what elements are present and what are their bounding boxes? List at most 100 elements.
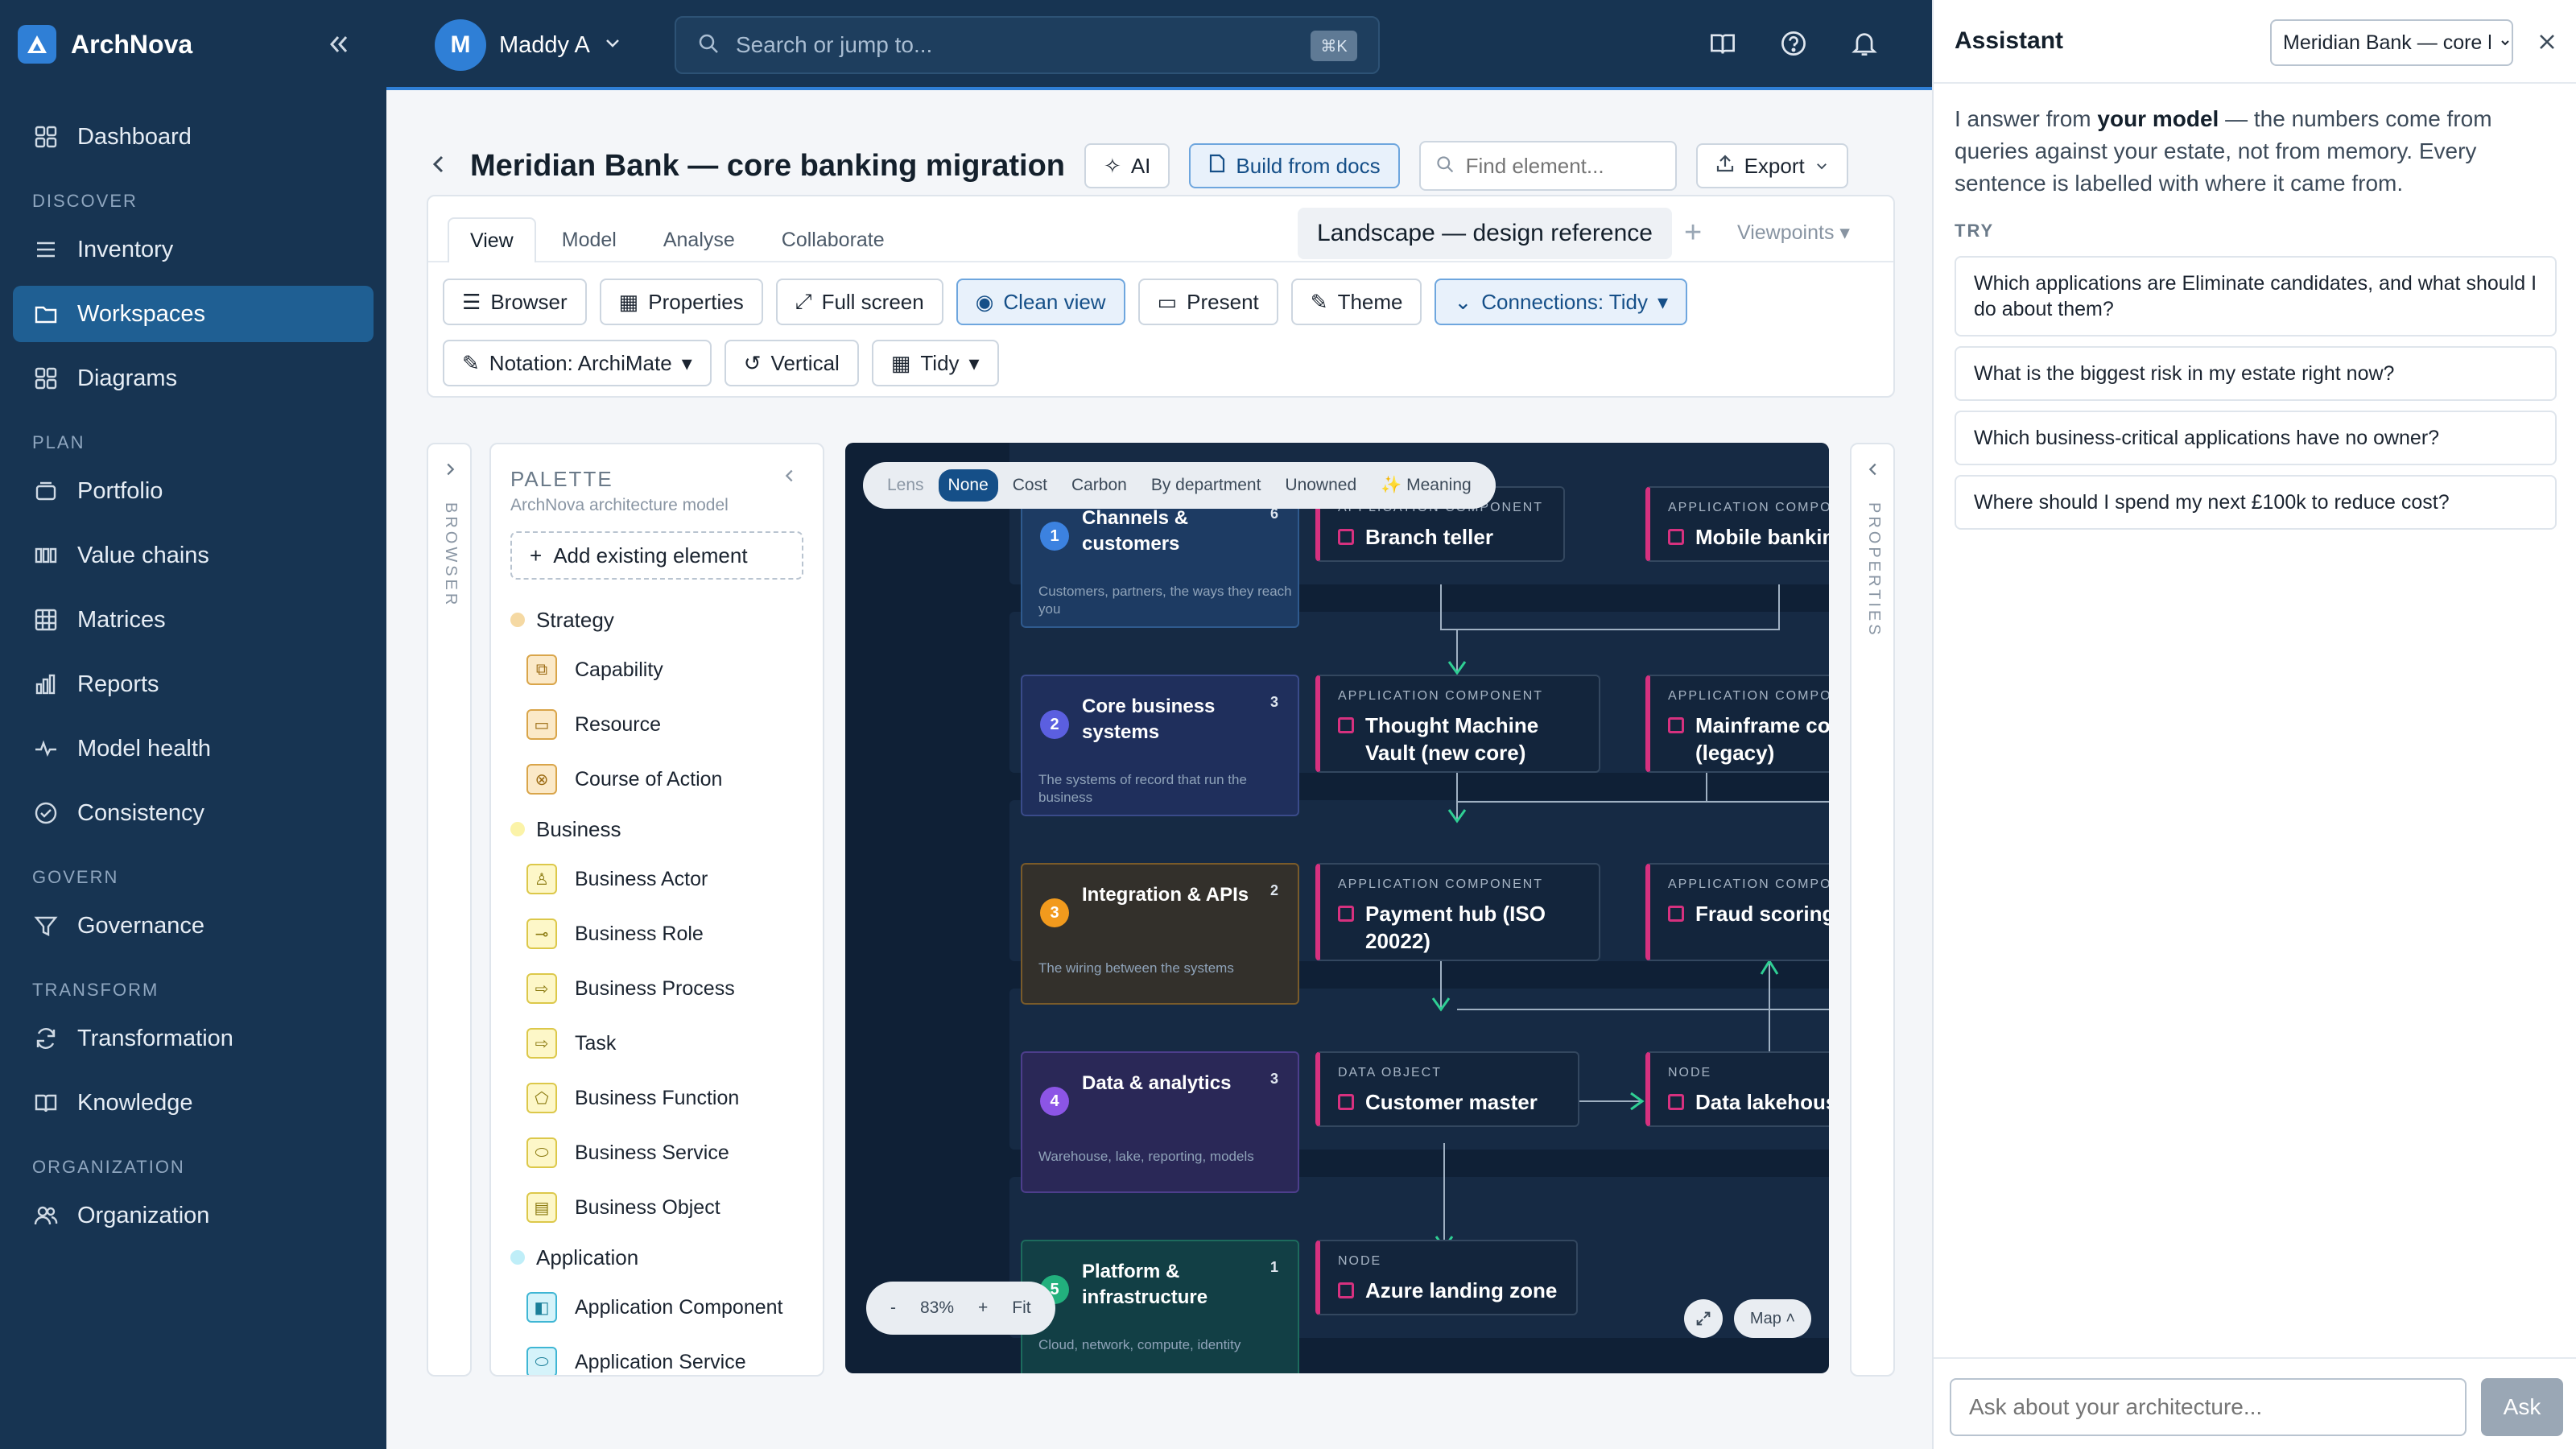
palette-item-business-role[interactable]: ⊸ Business Role bbox=[510, 906, 808, 961]
palette-group-strategy[interactable]: Strategy bbox=[510, 597, 808, 642]
close-icon[interactable] bbox=[2529, 24, 2565, 60]
help-icon[interactable] bbox=[1774, 24, 1813, 63]
palette-group-business[interactable]: Business bbox=[510, 807, 808, 852]
lens-option-meaning[interactable]: ✨ Meaning bbox=[1371, 469, 1481, 502]
ask-input[interactable] bbox=[1950, 1378, 2467, 1436]
palette-item-business-process[interactable]: ⇨ Business Process bbox=[510, 961, 808, 1016]
ai-button[interactable]: ✧ AI bbox=[1084, 143, 1170, 188]
user-menu[interactable]: M Maddy A bbox=[435, 19, 622, 71]
main-content: Meridian Bank — core banking migration ✧… bbox=[386, 93, 1932, 1449]
node-customer-master[interactable]: DATA OBJECT Customer master bbox=[1315, 1051, 1579, 1127]
find-element-input[interactable] bbox=[1465, 153, 1659, 179]
palette-item-business-object[interactable]: ▤ Business Object bbox=[510, 1180, 808, 1235]
sidebar-item-governance[interactable]: Governance bbox=[13, 898, 374, 954]
find-element[interactable] bbox=[1418, 141, 1677, 191]
lens-option-carbon[interactable]: Carbon bbox=[1062, 469, 1137, 502]
sidebar-item-reports[interactable]: Reports bbox=[13, 656, 374, 712]
connections-button[interactable]: ⌄ Connections: Tidy ▾ bbox=[1435, 279, 1688, 325]
lane-integration[interactable]: 3 Integration & APIs 2 The wiring betwee… bbox=[1021, 863, 1299, 1005]
fit-button[interactable]: Fit bbox=[1012, 1298, 1030, 1318]
tab-analyse[interactable]: Analyse bbox=[642, 217, 756, 262]
suggestion-list: Which applications are Eliminate candida… bbox=[1955, 256, 2557, 539]
palette-item-application-component[interactable]: ◧ Application Component bbox=[510, 1280, 808, 1335]
theme-button[interactable]: ✎ Theme bbox=[1290, 279, 1422, 325]
back-chevron-icon[interactable] bbox=[427, 152, 451, 180]
lens-option-cost[interactable]: Cost bbox=[1003, 469, 1057, 502]
node-azure-landing-zone[interactable]: NODE Azure landing zone bbox=[1315, 1240, 1578, 1315]
node-mainframe-core[interactable]: APPLICATION COMPONENT Mainframe core (leg… bbox=[1645, 675, 1829, 773]
suggestion-eliminate-candidates[interactable]: Which applications are Eliminate candida… bbox=[1955, 256, 2557, 336]
clean-view-button[interactable]: ◉ Clean view bbox=[956, 279, 1125, 325]
sidebar-item-inventory[interactable]: Inventory bbox=[13, 221, 374, 278]
collapse-sidebar-icon[interactable] bbox=[318, 24, 358, 64]
tab-collaborate[interactable]: Collaborate bbox=[761, 217, 906, 262]
suggestion-reduce-cost[interactable]: Where should I spend my next £100k to re… bbox=[1955, 475, 2557, 530]
zoom-in-button[interactable]: + bbox=[978, 1298, 988, 1318]
sidebar-item-workspaces[interactable]: Workspaces bbox=[13, 286, 374, 342]
sidebar-item-dashboard[interactable]: Dashboard bbox=[13, 109, 374, 165]
lens-option-none[interactable]: None bbox=[938, 469, 998, 502]
bell-icon[interactable] bbox=[1845, 24, 1884, 63]
lens-option-unowned[interactable]: Unowned bbox=[1275, 469, 1366, 502]
zoom-out-button[interactable]: - bbox=[890, 1298, 896, 1318]
search-input[interactable] bbox=[736, 32, 1299, 58]
minimap-toggle[interactable]: Map ˄ bbox=[1734, 1299, 1811, 1338]
lane-core-business[interactable]: 2 Core business systems 3 The systems of… bbox=[1021, 675, 1299, 816]
lens-option-by-department[interactable]: By department bbox=[1141, 469, 1271, 502]
viewpoint-tab[interactable]: Landscape — design reference bbox=[1298, 208, 1672, 259]
node-data-lakehouse[interactable]: NODE Data lakehouse bbox=[1645, 1051, 1829, 1127]
suggestion-biggest-risk[interactable]: What is the biggest risk in my estate ri… bbox=[1955, 346, 2557, 401]
sidebar-item-knowledge[interactable]: Knowledge bbox=[13, 1075, 374, 1131]
sidebar-item-organization[interactable]: Organization bbox=[13, 1187, 374, 1244]
browser-panel-collapsed[interactable]: BROWSER bbox=[427, 443, 472, 1377]
node-fraud-scoring[interactable]: APPLICATION COMPONENT Fraud scoring bbox=[1645, 863, 1829, 961]
node-thought-machine-vault[interactable]: APPLICATION COMPONENT Thought Machine Vau… bbox=[1315, 675, 1600, 773]
present-button[interactable]: ▭ Present bbox=[1137, 279, 1278, 325]
add-existing-element-button[interactable]: + Add existing element bbox=[510, 531, 803, 580]
node-payment-hub[interactable]: APPLICATION COMPONENT Payment hub (ISO 20… bbox=[1315, 863, 1600, 961]
add-viewpoint-icon[interactable]: + bbox=[1684, 216, 1702, 250]
group-label: Application bbox=[536, 1245, 639, 1269]
lane-data-analytics[interactable]: 4 Data & analytics 3 Warehouse, lake, re… bbox=[1021, 1051, 1299, 1193]
sidebar-item-value-chains[interactable]: Value chains bbox=[13, 527, 374, 584]
palette-item-capability[interactable]: ⧉ Capability bbox=[510, 642, 808, 697]
export-button[interactable]: Export bbox=[1695, 143, 1848, 188]
sidebar-item-model-health[interactable]: Model health bbox=[13, 720, 374, 777]
tidy-button[interactable]: ▦ Tidy ▾ bbox=[871, 340, 999, 386]
lane-platform[interactable]: 5 Platform & infrastructure 1 Cloud, net… bbox=[1021, 1240, 1299, 1373]
diagram-canvas[interactable]: 1 Channels & customers 6 Customers, part… bbox=[845, 443, 1829, 1373]
properties-panel-collapsed[interactable]: PROPERTIES bbox=[1850, 443, 1895, 1377]
properties-button[interactable]: ▦ Properties bbox=[599, 279, 763, 325]
palette-item-business-actor[interactable]: ♙ Business Actor bbox=[510, 852, 808, 906]
sidebar-item-consistency[interactable]: Consistency bbox=[13, 785, 374, 841]
model-select[interactable]: Meridian Bank — core banking migration bbox=[2270, 19, 2513, 66]
palette-item-resource[interactable]: ▭ Resource bbox=[510, 697, 808, 752]
full-screen-button[interactable]: ⤢ Full screen bbox=[775, 279, 943, 325]
node-mobile-banking[interactable]: APPLICATION COMPONENT Mobile banking bbox=[1645, 486, 1829, 562]
palette-item-course-of-action[interactable]: ⊗ Course of Action bbox=[510, 752, 808, 807]
viewpoints-menu[interactable]: Viewpoints ▾ bbox=[1737, 221, 1850, 245]
sidebar-item-portfolio[interactable]: Portfolio bbox=[13, 463, 374, 519]
sidebar-item-transformation[interactable]: Transformation bbox=[13, 1010, 374, 1067]
palette-item-business-function[interactable]: ⬠ Business Function bbox=[510, 1071, 808, 1125]
palette-item-application-service[interactable]: ⬭ Application Service bbox=[510, 1335, 808, 1375]
palette-group-application[interactable]: Application bbox=[510, 1235, 808, 1280]
brand[interactable]: ArchNova bbox=[18, 24, 192, 64]
sidebar-item-matrices[interactable]: Matrices bbox=[13, 592, 374, 648]
global-search[interactable]: ⌘K bbox=[675, 16, 1380, 74]
suggestion-no-owner[interactable]: Which business-critical applications hav… bbox=[1955, 411, 2557, 465]
browser-button[interactable]: ☰ Browser bbox=[443, 279, 587, 325]
collapse-palette-icon[interactable] bbox=[781, 467, 799, 489]
ask-button[interactable]: Ask bbox=[2481, 1378, 2563, 1436]
build-from-docs-button[interactable]: Build from docs bbox=[1189, 143, 1400, 188]
palette-item-business-service[interactable]: ⬭ Business Service bbox=[510, 1125, 808, 1180]
tab-model[interactable]: Model bbox=[541, 217, 638, 262]
notation-button[interactable]: ✎ Notation: ArchiMate ▾ bbox=[443, 340, 712, 386]
expand-icon[interactable] bbox=[1684, 1299, 1723, 1338]
palette-item-task[interactable]: ⇨ Task bbox=[510, 1016, 808, 1071]
tab-view[interactable]: View bbox=[448, 217, 536, 262]
sidebar-item-diagrams[interactable]: Diagrams bbox=[13, 350, 374, 407]
lane-description: The systems of record that run the busin… bbox=[1038, 772, 1247, 805]
docs-book-icon[interactable] bbox=[1703, 24, 1742, 63]
vertical-button[interactable]: ↺ Vertical bbox=[724, 340, 859, 386]
